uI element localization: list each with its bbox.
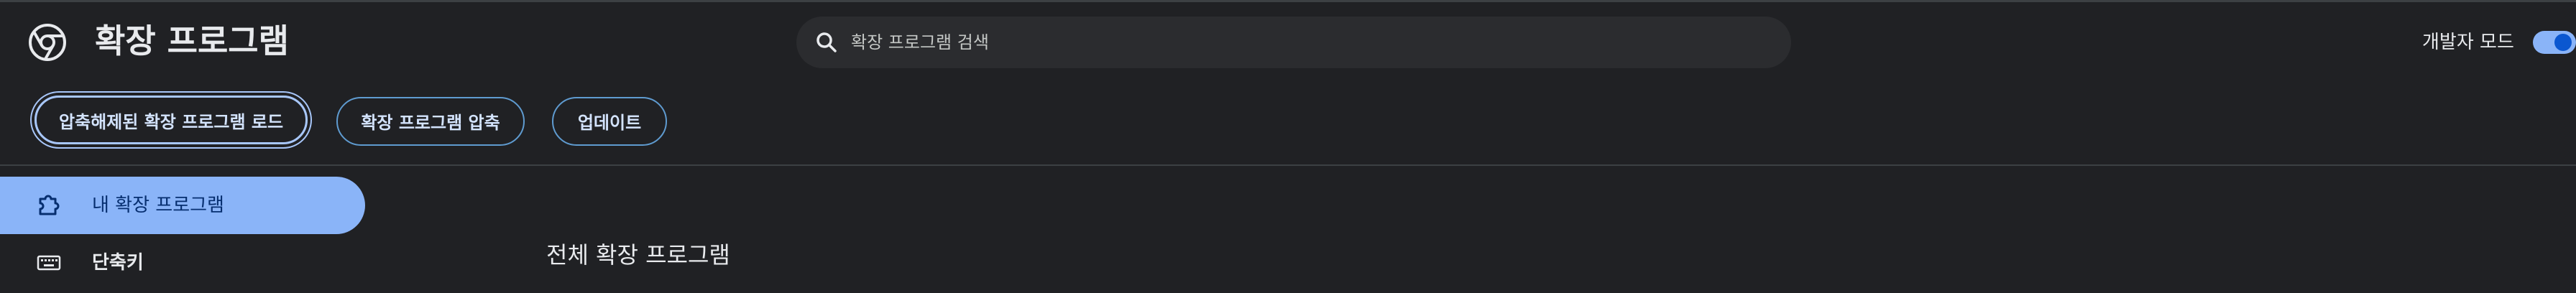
dev-mode-label: 개발자 모드 bbox=[2422, 32, 2514, 53]
keyboard-icon bbox=[36, 250, 62, 276]
chrome-logo-icon bbox=[29, 24, 66, 61]
header-divider bbox=[0, 164, 2576, 166]
dev-mode-toggle[interactable] bbox=[2533, 31, 2576, 54]
sidebar-item-label: 단축키 bbox=[92, 252, 144, 274]
extension-icon bbox=[36, 192, 62, 218]
update-button[interactable]: 업데이트 bbox=[552, 97, 667, 146]
search-box[interactable] bbox=[796, 17, 1791, 68]
section-title: 전체 확장 프로그램 bbox=[546, 241, 730, 269]
sidebar-item-my-extensions[interactable]: 내 확장 프로그램 bbox=[0, 177, 365, 234]
extensions-page: 확장 프로그램 개발자 모드 압축해제된 확장 프로그램 로드 확장 프로그램 … bbox=[0, 0, 2576, 293]
page-title: 확장 프로그램 bbox=[95, 22, 289, 60]
toggle-knob bbox=[2554, 34, 2572, 51]
load-unpacked-button[interactable]: 압축해제된 확장 프로그램 로드 bbox=[34, 96, 308, 144]
sidebar-item-label: 내 확장 프로그램 bbox=[92, 195, 224, 216]
sidebar-item-shortcuts[interactable]: 단축키 bbox=[0, 234, 365, 292]
pack-extension-button[interactable]: 확장 프로그램 압축 bbox=[336, 97, 525, 146]
dev-toolbar: 압축해제된 확장 프로그램 로드 확장 프로그램 압축 업데이트 bbox=[0, 78, 2576, 164]
search-icon bbox=[814, 29, 840, 55]
search-input[interactable] bbox=[845, 17, 1777, 68]
header: 확장 프로그램 개발자 모드 bbox=[0, 2, 2576, 78]
